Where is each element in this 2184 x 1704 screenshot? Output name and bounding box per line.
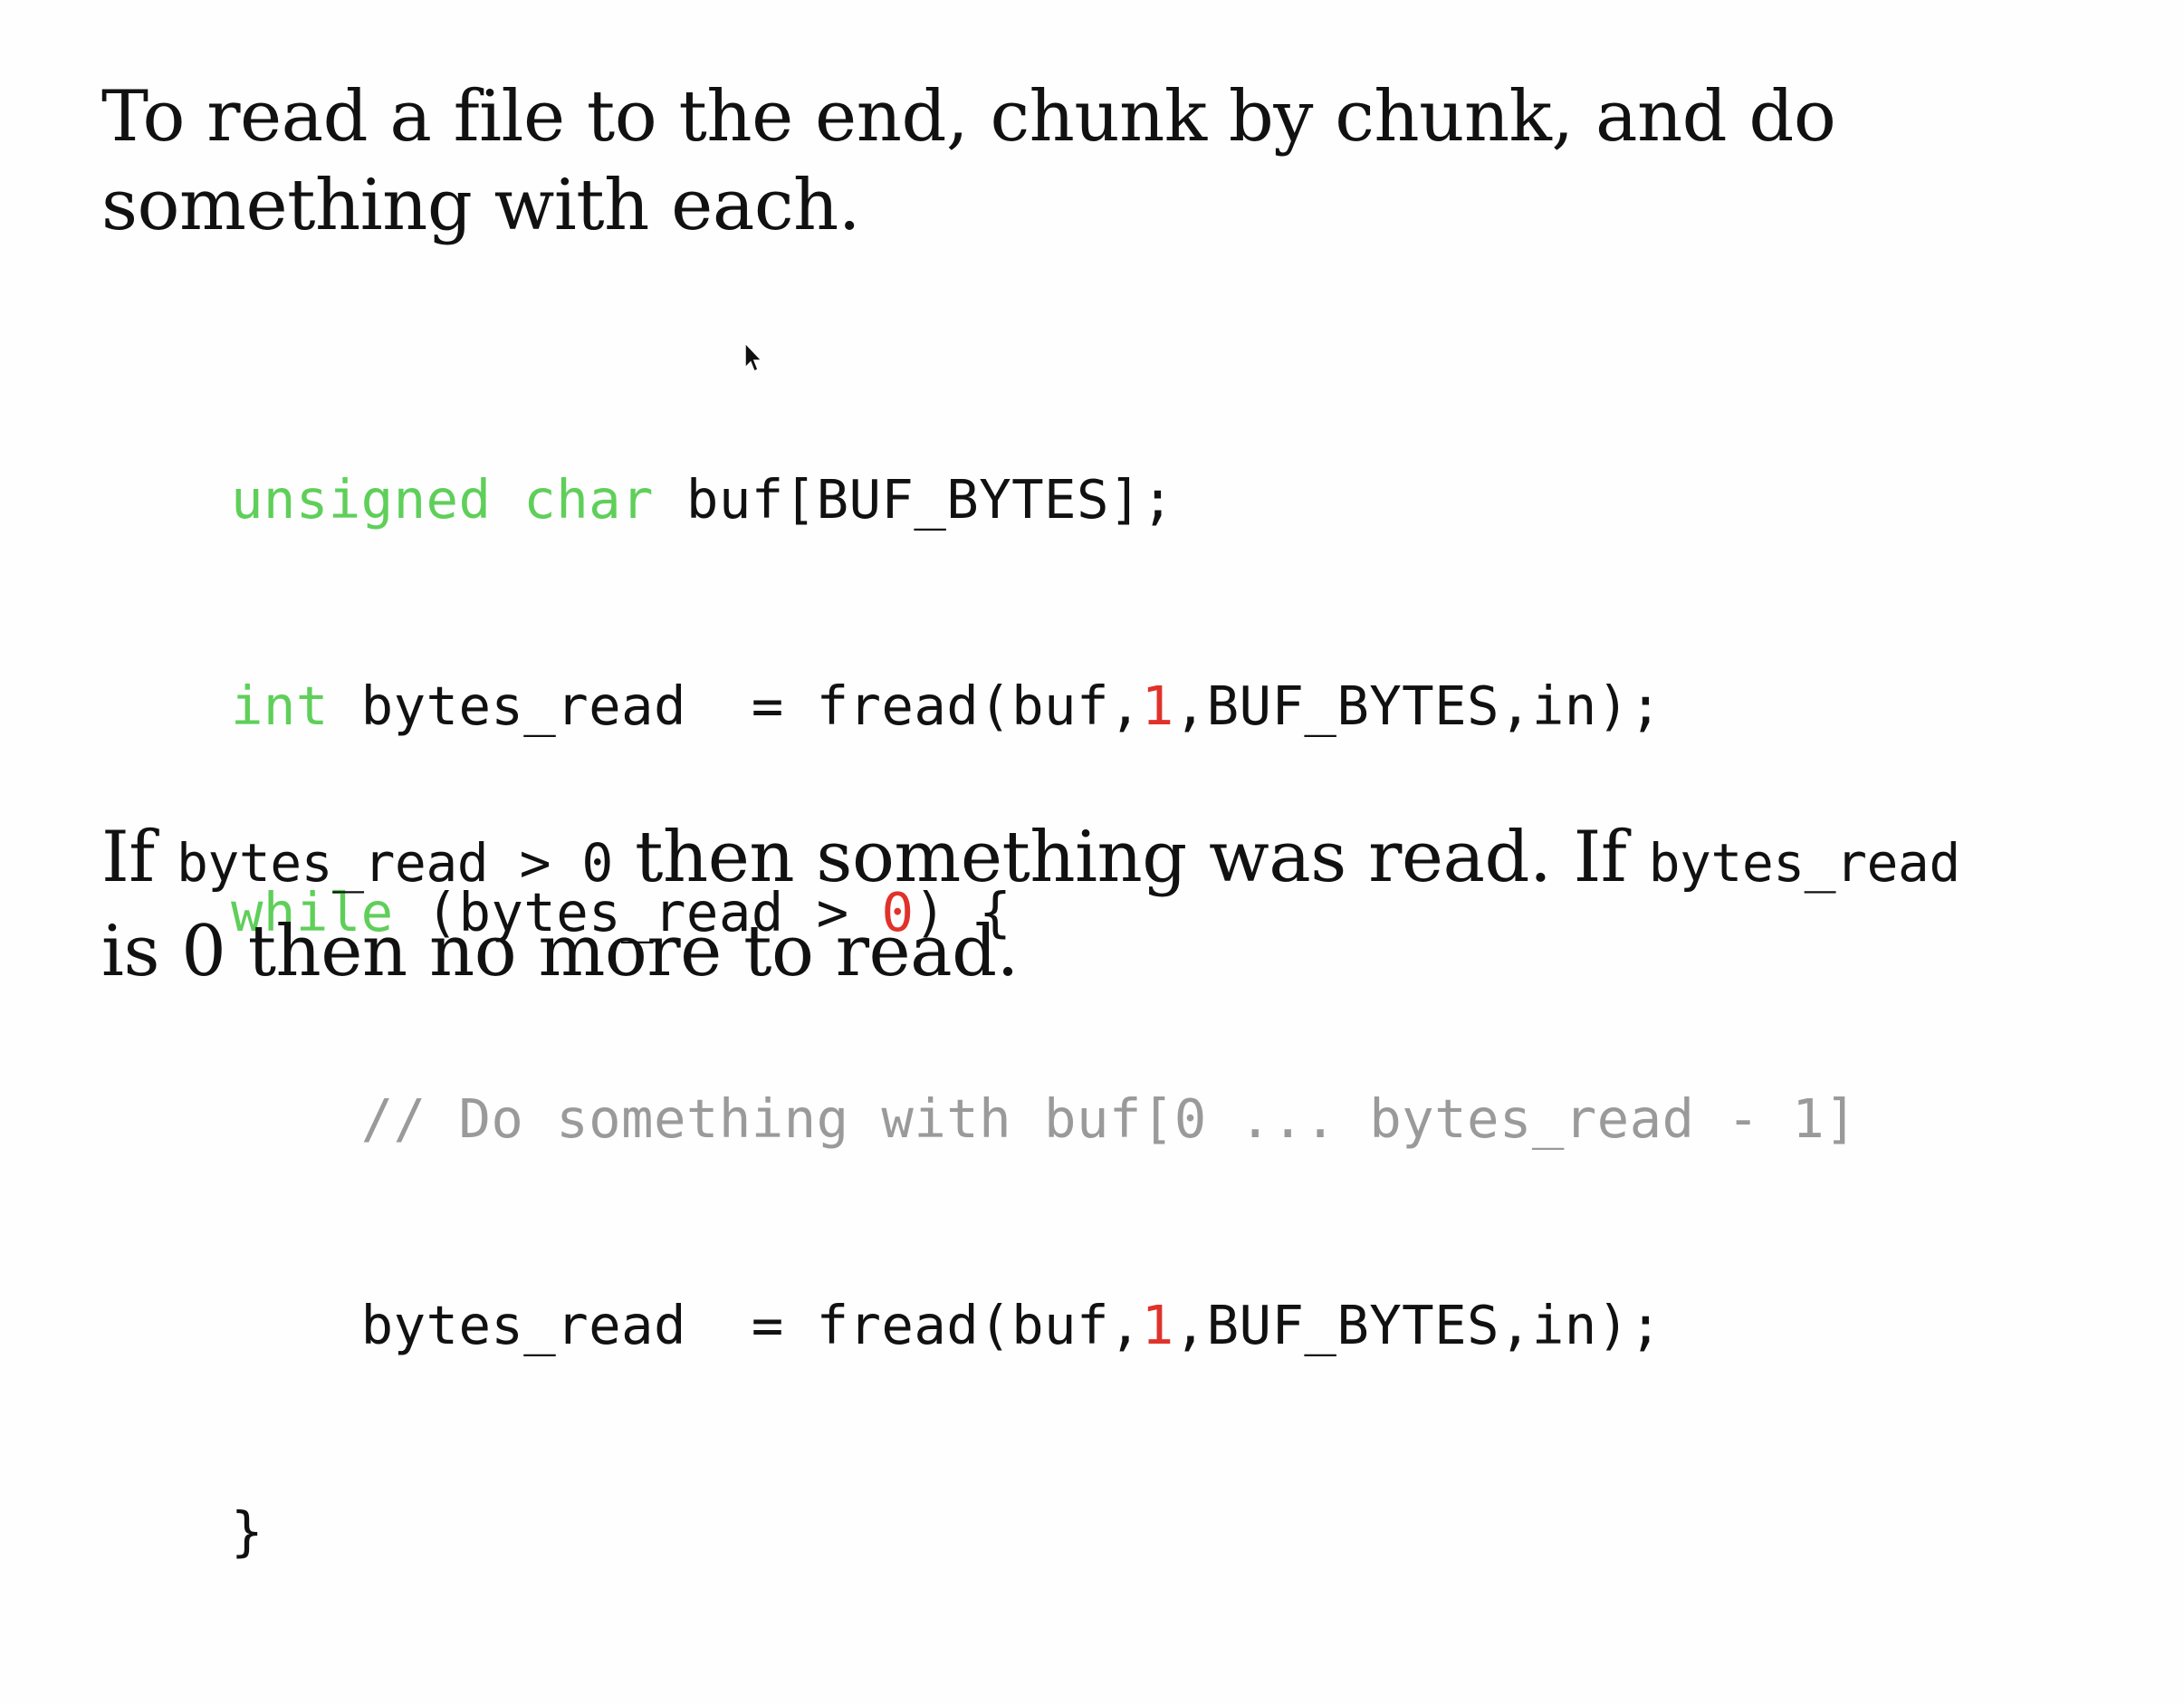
keyword-token: int: [231, 675, 329, 737]
slide: To read a file to the end, chunk by chun…: [0, 0, 2184, 1563]
code-line-4: // Do something with buf[0 ... bytes_rea…: [231, 1085, 1857, 1154]
code-text: ,BUF_BYTES,in);: [1173, 1294, 1662, 1356]
code-line-5: bytes_read = fread(buf,1,BUF_BYTES,in);: [231, 1291, 1857, 1360]
outro-paragraph: If bytes_read > 0 then something was rea…: [101, 813, 1960, 996]
code-text: ,BUF_BYTES,in);: [1173, 675, 1662, 737]
code-block: unsigned char buf[BUF_BYTES]; int bytes_…: [231, 328, 1857, 1704]
code-line-6: }: [231, 1498, 1857, 1566]
outro-text: If: [101, 817, 177, 898]
outro-line-2: is 0 then no more to read.: [101, 911, 1019, 992]
code-line-1: unsigned char buf[BUF_BYTES];: [231, 465, 1857, 534]
intro-paragraph: To read a file to the end, chunk by chun…: [101, 72, 1836, 250]
number-literal: 1: [1141, 675, 1174, 737]
code-text: bytes_read = fread(buf,: [328, 675, 1142, 737]
keyword-token: unsigned char: [231, 468, 654, 531]
inline-code: bytes_read > 0: [176, 832, 613, 894]
inline-code: bytes_read: [1648, 832, 1961, 894]
mouse-cursor-icon: [744, 342, 762, 373]
intro-line-1: To read a file to the end, chunk by chun…: [101, 76, 1836, 158]
code-text: }: [231, 1500, 263, 1563]
code-text: bytes_read = fread(buf,: [231, 1294, 1142, 1356]
code-text: buf[BUF_BYTES];: [653, 468, 1174, 531]
number-literal: 1: [1141, 1294, 1174, 1356]
outro-line-1: If bytes_read > 0 then something was rea…: [101, 813, 1960, 907]
code-line-2: int bytes_read = fread(buf,1,BUF_BYTES,i…: [231, 672, 1857, 741]
code-comment: // Do something with buf[0 ... bytes_rea…: [360, 1087, 1858, 1150]
intro-line-2: something with each.: [101, 165, 861, 246]
outro-text: then something was read. If: [612, 817, 1649, 898]
